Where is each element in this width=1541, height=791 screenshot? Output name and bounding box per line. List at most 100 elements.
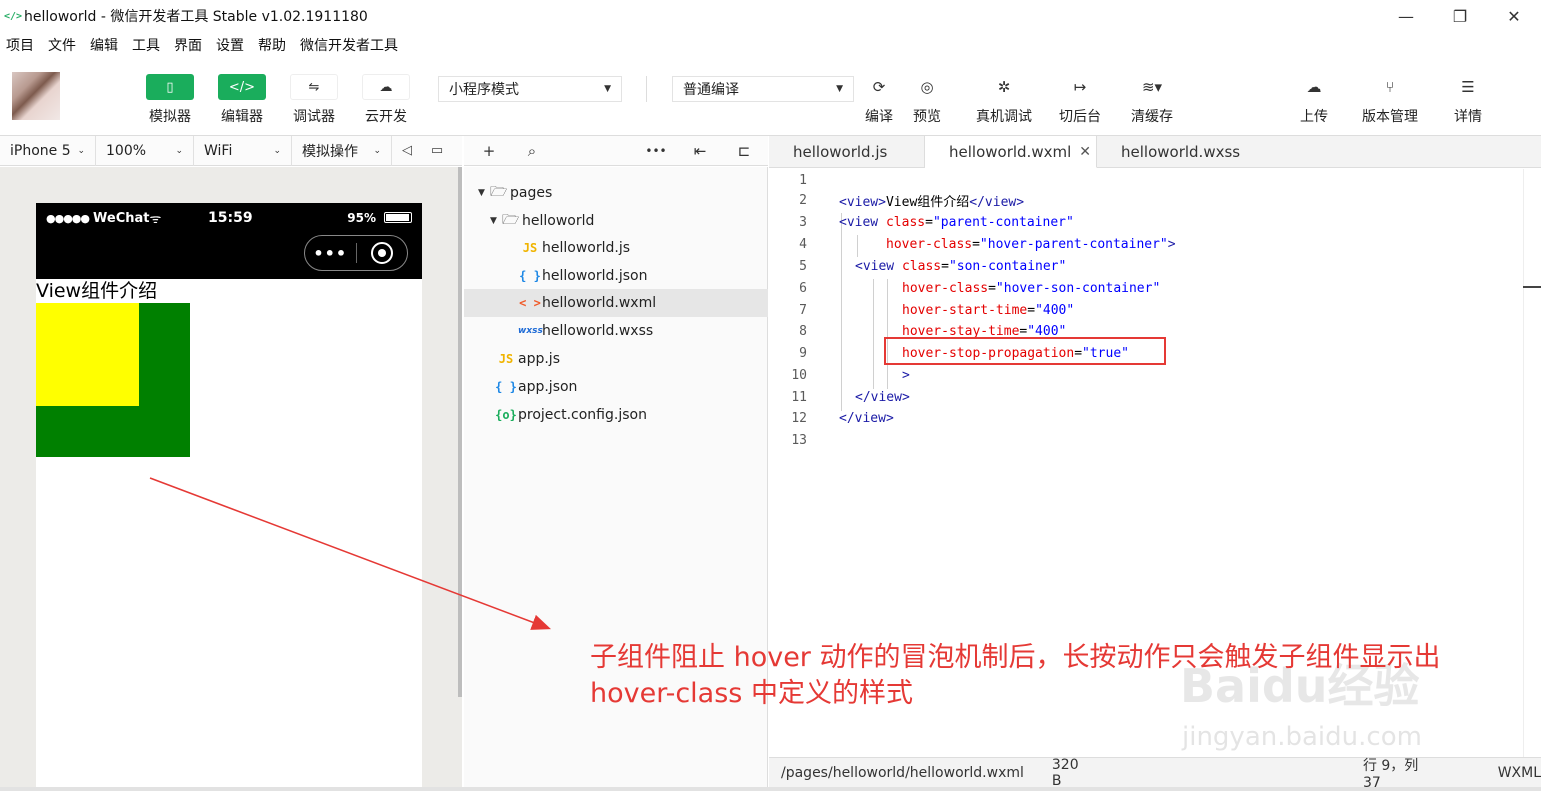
code-line: 3 <view class="parent-container": [769, 211, 1529, 233]
parent-container[interactable]: [36, 303, 190, 457]
menu-wechat-devtools[interactable]: 微信开发者工具: [300, 35, 398, 55]
close-window-button[interactable]: ✕: [1487, 0, 1541, 32]
cloud-dev-label: 云开发: [365, 109, 407, 125]
switch-icon: ↦: [1073, 78, 1087, 96]
real-device-debug-button[interactable]: ✲ 真机调试: [974, 74, 1034, 126]
window-title: helloworld - 微信开发者工具 Stable v1.02.191118…: [24, 9, 368, 25]
search-icon[interactable]: ⌕: [514, 136, 550, 166]
app-logo-icon: </>: [4, 10, 23, 22]
bug-icon: ✲: [997, 78, 1011, 96]
tree-folder-pages[interactable]: ▼ 🗁 pages: [464, 179, 768, 207]
tree-file-helloworld-wxss[interactable]: wxss helloworld.wxss: [464, 317, 768, 345]
more-icon[interactable]: •••: [634, 136, 678, 166]
chevron-down-icon: ▼: [604, 84, 611, 94]
tree-file-app-json[interactable]: { } app.json: [464, 373, 768, 401]
code-token: "son-container": [948, 258, 1067, 274]
cloud-icon: ☁: [362, 74, 410, 100]
code-token: </view>: [839, 410, 894, 426]
line-number: 12: [791, 410, 807, 426]
add-file-icon[interactable]: +: [464, 136, 514, 166]
cloud-dev-button[interactable]: ☁ 云开发: [356, 74, 416, 126]
clear-cache-label: 清缓存: [1131, 109, 1173, 125]
code-line: 13: [769, 429, 1529, 451]
window-icon[interactable]: ▭: [422, 136, 452, 166]
code-text: hover-class="hover-son-container": [902, 281, 1160, 296]
compile-mode-value: 普通编译: [683, 82, 739, 98]
code-token: <view: [839, 214, 886, 230]
tree-file-project-config[interactable]: {o} project.config.json: [464, 401, 768, 429]
tree-file-app-js[interactable]: JS app.js: [464, 345, 768, 373]
tree-file-helloworld-json[interactable]: { } helloworld.json: [464, 262, 768, 290]
baidu-watermark-url: jingyan.baidu.com: [1182, 722, 1422, 752]
code-line: 6 hover-class="hover-son-container": [769, 277, 1529, 299]
menu-project[interactable]: 项目: [6, 35, 34, 55]
mode-select[interactable]: 小程序模式 ▼: [438, 76, 622, 102]
menu-view[interactable]: 界面: [174, 35, 202, 55]
menu-edit[interactable]: 编辑: [90, 35, 118, 55]
zoom-select[interactable]: 100% ⌄: [96, 135, 194, 166]
editor-label: 编辑器: [221, 109, 263, 125]
menu-bar: 项目 文件 编辑 工具 界面 设置 帮助 微信开发者工具: [0, 32, 1541, 58]
language-mode[interactable]: WXML: [1498, 765, 1541, 781]
chevron-down-icon: ⌄: [273, 145, 281, 156]
tab-helloworld-wxml[interactable]: helloworld.wxml ✕: [925, 136, 1097, 168]
minimize-button[interactable]: —: [1379, 0, 1433, 32]
code-token: "parent-container": [932, 214, 1074, 230]
son-container[interactable]: [36, 303, 139, 406]
code-token: hover-class: [902, 280, 989, 296]
collapse-icon[interactable]: ⇤: [678, 136, 722, 166]
tree-file-helloworld-js[interactable]: JS helloworld.js: [464, 234, 768, 262]
editor-scrollbar[interactable]: [1523, 169, 1537, 757]
switch-background-button[interactable]: ↦ 切后台: [1050, 74, 1110, 126]
code-token: "400": [1035, 302, 1075, 318]
debugger-toggle[interactable]: ⇋ 调试器: [284, 74, 344, 126]
tab-label: helloworld.wxml: [949, 142, 1072, 161]
js-file-icon: JS: [498, 352, 514, 366]
volume-icon[interactable]: ◁: [392, 136, 422, 166]
device-select[interactable]: iPhone 5 ⌄: [0, 135, 96, 166]
simulator-toggle[interactable]: ▯ 模拟器: [140, 74, 200, 126]
close-icon[interactable]: ✕: [1079, 144, 1091, 160]
version-management-button[interactable]: ⑂ 版本管理: [1360, 74, 1420, 126]
carrier-name: WeChat: [93, 210, 150, 226]
clear-cache-button[interactable]: ≋▾ 清缓存: [1122, 74, 1182, 126]
phone-screen[interactable]: ●●●●● WeChat ᯤ 15:59 95% ••• View组件介绍: [36, 203, 422, 791]
tree-item-label: helloworld.wxml: [542, 295, 657, 311]
network-select[interactable]: WiFi ⌄: [194, 135, 292, 166]
menu-file[interactable]: 文件: [48, 35, 76, 55]
avatar[interactable]: [12, 72, 60, 120]
tree-file-helloworld-wxml[interactable]: < > helloworld.wxml: [464, 289, 768, 317]
mode-select-value: 小程序模式: [449, 82, 519, 98]
cursor-position[interactable]: 行 9，列 37: [1363, 755, 1430, 791]
tab-helloworld-wxss[interactable]: helloworld.wxss: [1097, 136, 1257, 168]
panel-splitter[interactable]: [458, 167, 462, 697]
capsule-close-button[interactable]: [356, 242, 407, 264]
tab-label: helloworld.js: [793, 143, 888, 161]
simulate-operation-select[interactable]: 模拟操作 ⌄: [292, 135, 392, 166]
tab-helloworld-js[interactable]: helloworld.js: [769, 136, 925, 168]
more-icon[interactable]: •••: [305, 244, 356, 263]
simulate-operation-value: 模拟操作: [302, 143, 358, 160]
js-file-icon: JS: [522, 241, 538, 255]
tree-item-label: helloworld: [522, 213, 595, 229]
compile-mode-select[interactable]: 普通编译 ▼: [672, 76, 854, 102]
menu-settings[interactable]: 设置: [216, 35, 244, 55]
file-path[interactable]: /pages/helloworld/helloworld.wxml: [781, 765, 1024, 781]
menu-help[interactable]: 帮助: [258, 35, 286, 55]
code-text: </view>: [855, 390, 910, 405]
preview-button[interactable]: ◎ 预览: [903, 74, 951, 126]
signal-icon: ●●●●●: [46, 211, 90, 225]
details-button[interactable]: ☰ 详情: [1438, 74, 1498, 126]
tree-folder-helloworld[interactable]: ▼ 🗁 helloworld: [464, 207, 768, 235]
menu-tools[interactable]: 工具: [132, 35, 160, 55]
sidebar-toggle-icon[interactable]: ⊏: [722, 136, 766, 166]
editor-toggle[interactable]: </> 编辑器: [212, 74, 272, 126]
compile-button[interactable]: ⟳ 编译: [855, 74, 903, 126]
line-number: 3: [799, 214, 807, 230]
upload-button[interactable]: ☁ 上传: [1284, 74, 1344, 126]
simulator-toolbar: iPhone 5 ⌄ 100% ⌄ WiFi ⌄ 模拟操作 ⌄ ◁ ▭: [0, 135, 462, 166]
line-number: 9: [799, 345, 807, 361]
code-line: 10 >: [769, 364, 1529, 386]
maximize-button[interactable]: ❐: [1433, 0, 1487, 32]
code-line: 12 </view>: [769, 407, 1529, 429]
